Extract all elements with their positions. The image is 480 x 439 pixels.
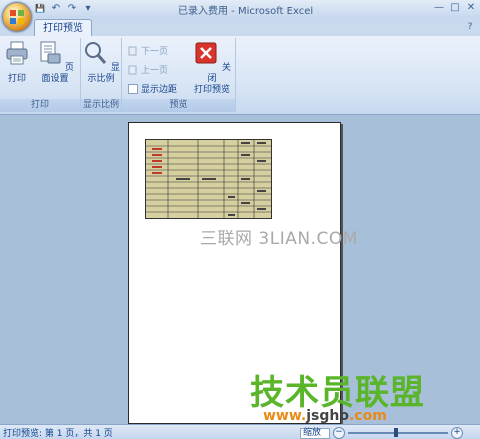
zoom-label: 缩放 bbox=[300, 427, 330, 439]
print-button-label: 打印 bbox=[7, 74, 26, 84]
zoom-control: 缩放 − + bbox=[300, 427, 463, 439]
watermark-site-www: www. bbox=[263, 408, 307, 424]
group-preview: 下一页 上一页 显示边距 关闭 打印预览 预览 bbox=[122, 38, 236, 112]
qat-more-icon[interactable]: ▾ bbox=[82, 3, 94, 15]
zoom-slider[interactable] bbox=[348, 428, 448, 437]
redo-icon[interactable]: ↷ bbox=[66, 3, 78, 15]
magnifier-icon bbox=[85, 42, 107, 64]
minimize-button[interactable]: — bbox=[432, 1, 446, 15]
window-controls: — □ ✕ bbox=[432, 1, 478, 15]
title-bar: 💾 ↶ ↷ ▾ 已录入费用 - Microsoft Excel — □ ✕ bbox=[0, 0, 480, 19]
ribbon-tab-row: 打印预览 ? bbox=[0, 18, 480, 37]
close-window-button[interactable]: ✕ bbox=[464, 1, 478, 15]
watermark-jishuyuan: 技术员联盟 bbox=[250, 373, 425, 413]
office-logo-icon bbox=[10, 10, 24, 24]
next-page-icon bbox=[128, 46, 137, 55]
watermark-site: www.jsgho.com bbox=[263, 408, 387, 424]
maximize-button[interactable]: □ bbox=[448, 1, 462, 15]
printer-icon bbox=[6, 41, 28, 65]
prev-page-icon bbox=[128, 65, 137, 74]
ribbon: 打印 页面设置 打印 显示比例 显示比例 下一页 上一页 显示边距 关闭 打印预… bbox=[0, 36, 480, 115]
office-button[interactable] bbox=[2, 2, 32, 32]
preview-workspace: 三联网 3LIAN.COM 技术员联盟 www.jsgho.com bbox=[0, 115, 480, 424]
page-setup-button-label: 页面设置 bbox=[41, 63, 74, 84]
spreadsheet-thumbnail bbox=[145, 139, 272, 219]
undo-icon[interactable]: ↶ bbox=[50, 3, 62, 15]
spreadsheet-grid bbox=[146, 140, 271, 218]
zoom-slider-thumb[interactable] bbox=[394, 428, 398, 437]
quick-access-toolbar: 💾 ↶ ↷ ▾ bbox=[34, 2, 94, 16]
group-preview-label: 预览 bbox=[122, 99, 235, 112]
group-print-label: 打印 bbox=[0, 99, 80, 112]
page-setup-icon bbox=[40, 41, 61, 64]
watermark-site-brand: jsgho bbox=[306, 408, 349, 424]
close-preview-icon bbox=[195, 42, 217, 64]
watermark-site-tld: .com bbox=[348, 408, 387, 424]
watermark-sanlian: 三联网 3LIAN.COM bbox=[200, 229, 358, 249]
ribbon-tab-row-right: ? bbox=[464, 21, 476, 33]
show-margins-checkbox[interactable]: 显示边距 bbox=[128, 82, 177, 95]
zoom-in-button[interactable]: + bbox=[451, 427, 463, 439]
group-print: 打印 页面设置 打印 bbox=[0, 38, 81, 112]
close-preview-label-2: 打印预览 bbox=[193, 85, 230, 95]
status-text: 打印预览: 第 1 页，共 1 页 bbox=[3, 429, 113, 439]
show-margins-label: 显示边距 bbox=[141, 85, 178, 95]
next-page-button[interactable]: 下一页 bbox=[128, 44, 168, 57]
group-zoom: 显示比例 显示比例 bbox=[81, 38, 122, 112]
close-preview-button[interactable]: 关闭 打印预览 bbox=[190, 40, 234, 96]
prev-page-button[interactable]: 上一页 bbox=[128, 63, 168, 76]
page-setup-button[interactable]: 页面设置 bbox=[33, 40, 77, 85]
zoom-out-button[interactable]: − bbox=[333, 427, 345, 439]
window-title: 已录入费用 - Microsoft Excel bbox=[178, 6, 314, 17]
print-button[interactable]: 打印 bbox=[3, 40, 31, 85]
zoom-button-label: 显示比例 bbox=[87, 63, 120, 84]
next-page-label: 下一页 bbox=[141, 47, 169, 57]
status-bar: 打印预览: 第 1 页，共 1 页 缩放 − + bbox=[0, 424, 480, 439]
tab-print-preview[interactable]: 打印预览 bbox=[34, 19, 92, 37]
prev-page-label: 上一页 bbox=[141, 66, 169, 76]
help-icon[interactable]: ? bbox=[464, 21, 476, 33]
show-margins-check-icon[interactable] bbox=[128, 83, 138, 94]
group-zoom-label: 显示比例 bbox=[81, 99, 121, 112]
save-icon[interactable]: 💾 bbox=[34, 3, 46, 15]
zoom-button[interactable]: 显示比例 bbox=[82, 40, 120, 85]
close-preview-label-1: 关闭 bbox=[207, 63, 231, 84]
